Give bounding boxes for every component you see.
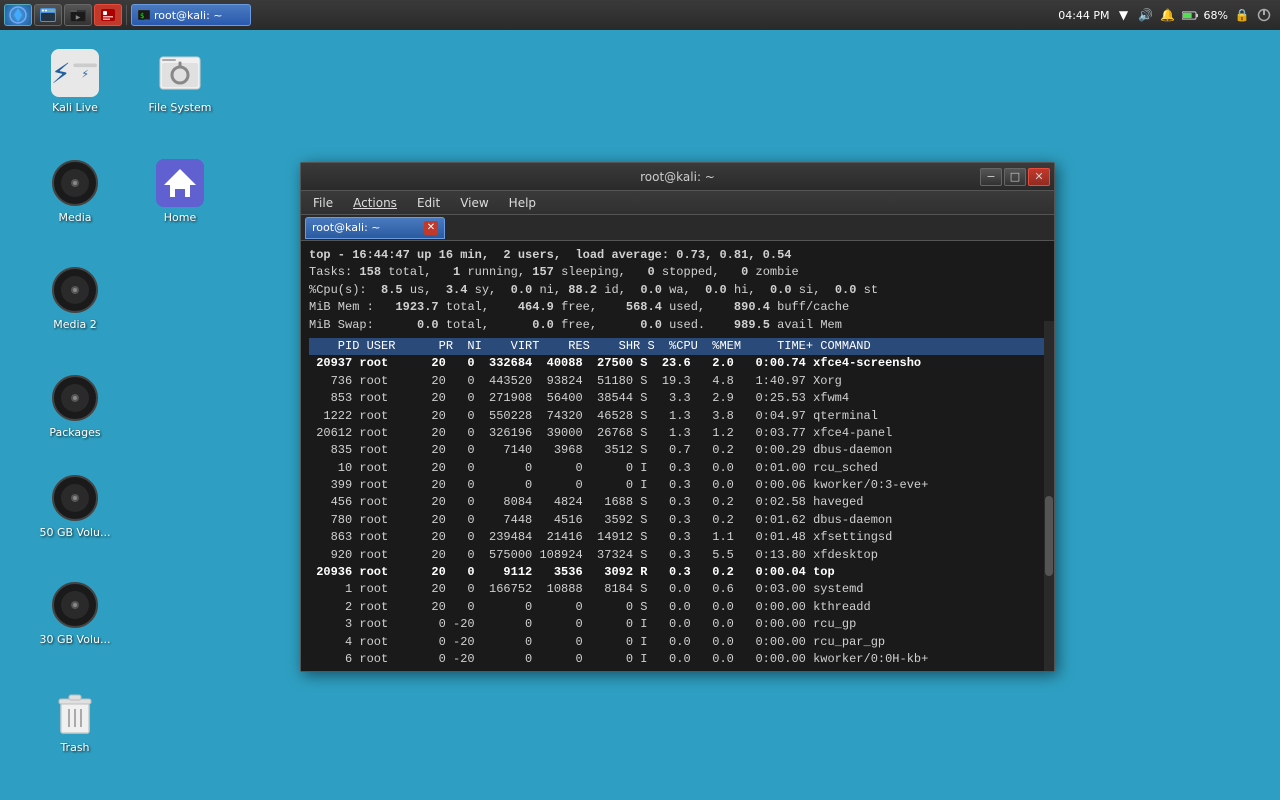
proc-11: 863 root 20 0 239484 21416 14912 S 0.3 1… — [309, 529, 1046, 546]
proc-5: 20612 root 20 0 326196 39000 26768 S 1.3… — [309, 425, 1046, 442]
tab-close-button[interactable]: ✕ — [424, 221, 438, 235]
proc-3: 853 root 20 0 271908 56400 38544 S 3.3 2… — [309, 390, 1046, 407]
taskbar-window-label: root@kali: ~ — [154, 9, 223, 22]
top-summary-1: top - 16:44:47 up 16 min, 2 users, load … — [309, 247, 1046, 264]
terminal-tab[interactable]: root@kali: ~ ✕ — [305, 217, 445, 239]
desktop-icon-vol30[interactable]: 30 GB Volu... — [35, 577, 115, 650]
top-summary-2: Tasks: 158 total, 1 running, 157 sleepin… — [309, 264, 1046, 281]
svg-text:▶: ▶ — [76, 14, 81, 21]
media2-icon — [51, 266, 99, 314]
tab-label: root@kali: ~ — [312, 221, 381, 234]
terminal-window: root@kali: ~ − □ ✕ File Actions Edit Vie… — [300, 162, 1055, 672]
taskbar-app-red[interactable] — [94, 4, 122, 26]
proc-2: 736 root 20 0 443520 93824 51180 S 19.3 … — [309, 373, 1046, 390]
desktop-icon-vol50[interactable]: 50 GB Volu... — [35, 470, 115, 543]
desktop-icon-packages[interactable]: Packages — [35, 370, 115, 443]
taskbar-app-files[interactable]: ▶ — [64, 4, 92, 26]
svg-text:$_: $_ — [140, 12, 149, 20]
minimize-button[interactable]: − — [980, 168, 1002, 186]
desktop-icon-home[interactable]: Home — [140, 155, 220, 228]
menu-file[interactable]: File — [309, 194, 337, 212]
top-summary-3: %Cpu(s): 8.5 us, 3.4 sy, 0.0 ni, 88.2 id… — [309, 282, 1046, 299]
proc-1: 20937 root 20 0 332684 40088 27500 S 23.… — [309, 355, 1046, 372]
top-summary-5: MiB Swap: 0.0 total, 0.0 free, 0.0 used.… — [309, 317, 1046, 334]
kali-live-label: Kali Live — [52, 101, 98, 114]
proc-17: 4 root 0 -20 0 0 0 I 0.0 0.0 0:00.00 rcu… — [309, 634, 1046, 651]
terminal-scrollbar[interactable] — [1044, 321, 1054, 671]
media2-label: Media 2 — [53, 318, 97, 331]
top-header: PID USER PR NI VIRT RES SHR S %CPU %MEM … — [309, 338, 1046, 355]
kali-live-icon: ⚡ — [51, 49, 99, 97]
kali-menu-button[interactable] — [4, 4, 32, 26]
desktop-icon-media[interactable]: Media — [35, 155, 115, 228]
vol30-label: 30 GB Volu... — [40, 633, 111, 646]
taskbar-window-terminal[interactable]: $_ root@kali: ~ — [131, 4, 251, 26]
proc-16: 3 root 0 -20 0 0 0 I 0.0 0.0 0:00.00 rcu… — [309, 616, 1046, 633]
menu-actions[interactable]: Actions — [349, 194, 401, 212]
terminal-titlebar: root@kali: ~ − □ ✕ — [301, 163, 1054, 191]
volume-icon[interactable]: 🔊 — [1138, 7, 1154, 23]
power-icon[interactable] — [1256, 7, 1272, 23]
desktop-icon-filesystem[interactable]: File System — [140, 45, 220, 118]
media-icon — [51, 159, 99, 207]
desktop-icon-trash[interactable]: Trash — [35, 685, 115, 758]
battery-icon — [1182, 7, 1198, 23]
trash-label: Trash — [60, 741, 89, 754]
proc-6: 835 root 20 0 7140 3968 3512 S 0.7 0.2 0… — [309, 442, 1046, 459]
proc-10: 780 root 20 0 7448 4516 3592 S 0.3 0.2 0… — [309, 512, 1046, 529]
proc-14: 1 root 20 0 166752 10888 8184 S 0.0 0.6 … — [309, 581, 1046, 598]
packages-icon — [51, 374, 99, 422]
packages-label: Packages — [49, 426, 100, 439]
proc-8: 399 root 20 0 0 0 0 I 0.3 0.0 0:00.06 kw… — [309, 477, 1046, 494]
scrollbar-thumb[interactable] — [1045, 496, 1053, 576]
menu-view[interactable]: View — [456, 194, 492, 212]
maximize-button[interactable]: □ — [1004, 168, 1026, 186]
terminal-content[interactable]: top - 16:44:47 up 16 min, 2 users, load … — [301, 241, 1054, 671]
close-button[interactable]: ✕ — [1028, 168, 1050, 186]
proc-13: 20936 root 20 0 9112 3536 3092 R 0.3 0.2… — [309, 564, 1046, 581]
proc-18: 6 root 0 -20 0 0 0 I 0.0 0.0 0:00.00 kwo… — [309, 651, 1046, 668]
home-label: Home — [164, 211, 196, 224]
filesystem-icon — [156, 49, 204, 97]
top-summary-4: MiB Mem : 1923.7 total, 464.9 free, 568.… — [309, 299, 1046, 316]
desktop-icon-kali-live[interactable]: ⚡ Kali Live — [35, 45, 115, 118]
svg-text:⚡: ⚡ — [81, 68, 88, 81]
vol30-icon — [51, 581, 99, 629]
taskbar-sep1 — [126, 5, 127, 25]
proc-9: 456 root 20 0 8084 4824 1688 S 0.3 0.2 0… — [309, 494, 1046, 511]
menu-edit[interactable]: Edit — [413, 194, 444, 212]
proc-12: 920 root 20 0 575000 108924 37324 S 0.3 … — [309, 547, 1046, 564]
taskbar: ▶ $_ root@kali: ~ 04:44 PM ▼ 🔊 🔔 — [0, 0, 1280, 30]
notification-icon[interactable]: 🔔 — [1160, 7, 1176, 23]
terminal-menubar: File Actions Edit View Help — [301, 191, 1054, 215]
filesystem-label: File System — [149, 101, 212, 114]
terminal-title: root@kali: ~ — [640, 170, 715, 184]
vol50-label: 50 GB Volu... — [40, 526, 111, 539]
taskbar-left: ▶ $_ root@kali: ~ — [0, 4, 255, 26]
time-display: 04:44 PM — [1058, 9, 1109, 22]
media-label: Media — [58, 211, 91, 224]
battery-percent: 68% — [1204, 9, 1228, 22]
wifi-icon[interactable]: ▼ — [1116, 7, 1132, 23]
vol50-icon — [51, 474, 99, 522]
terminal-window-controls: − □ ✕ — [980, 168, 1050, 186]
taskbar-right: 04:44 PM ▼ 🔊 🔔 68% 🔒 — [1050, 7, 1280, 23]
proc-15: 2 root 20 0 0 0 0 S 0.0 0.0 0:00.00 kthr… — [309, 599, 1046, 616]
menu-help[interactable]: Help — [505, 194, 540, 212]
lock-icon[interactable]: 🔒 — [1234, 7, 1250, 23]
home-icon — [156, 159, 204, 207]
taskbar-app-browser[interactable] — [34, 4, 62, 26]
terminal-tabbar: root@kali: ~ ✕ — [301, 215, 1054, 241]
trash-icon — [51, 689, 99, 737]
desktop-icon-media2[interactable]: Media 2 — [35, 262, 115, 335]
proc-7: 10 root 20 0 0 0 0 I 0.3 0.0 0:01.00 rcu… — [309, 460, 1046, 477]
proc-4: 1222 root 20 0 550228 74320 46528 S 1.3 … — [309, 408, 1046, 425]
